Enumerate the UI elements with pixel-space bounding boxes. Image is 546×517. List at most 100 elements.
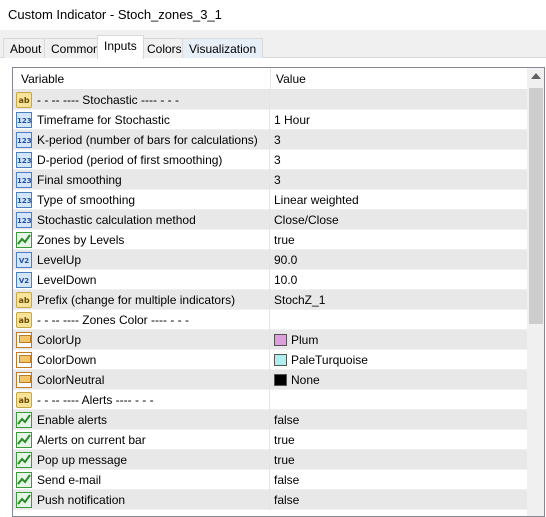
value-cell[interactable]: false [271, 490, 527, 510]
inputs-panel: Variable Value ab - - -- ---- Stochastic … [0, 58, 546, 517]
value-cell[interactable]: true [271, 450, 527, 470]
color-type-icon [16, 372, 32, 388]
title-bar: Custom Indicator - Stoch_zones_3_1 [0, 0, 546, 30]
variable-label: Send e-mail [37, 473, 102, 487]
grid-row[interactable]: V2 LevelDown 10.0 [13, 270, 527, 290]
value-text: PaleTurquoise [291, 353, 368, 367]
grid-row[interactable]: Pop up message true [13, 450, 527, 470]
value-text: 3 [274, 173, 281, 187]
grid-row[interactable]: 123 Timeframe for Stochastic 1 Hour [13, 110, 527, 130]
variable-cell: 123 D-period (period of first smoothing) [13, 150, 270, 170]
variable-cell: 123 Type of smoothing [13, 190, 270, 210]
boolean-type-icon [16, 232, 32, 248]
column-header-variable[interactable]: Variable [21, 72, 64, 86]
variable-cell: 123 Final smoothing [13, 170, 270, 190]
value-text: 90.0 [274, 253, 298, 267]
value-cell[interactable]: 90.0 [271, 250, 527, 270]
value-cell[interactable]: Linear weighted [271, 190, 527, 210]
variable-label: Zones by Levels [37, 233, 125, 247]
value-text: Plum [291, 333, 319, 347]
value-text: StochZ_1 [274, 293, 326, 307]
variable-label: ColorNeutral [37, 373, 105, 387]
grid-row[interactable]: 123 Final smoothing 3 [13, 170, 527, 190]
variable-label: Enable alerts [37, 413, 108, 427]
variable-label: D-period (period of first smoothing) [37, 153, 223, 167]
scrollbar-thumb[interactable] [529, 88, 543, 324]
color-swatch [274, 334, 287, 346]
color-swatch [274, 354, 287, 366]
column-separator[interactable] [270, 68, 271, 90]
boolean-type-icon [16, 472, 32, 488]
value-cell[interactable]: 3 [271, 130, 527, 150]
grid-row[interactable]: V2 LevelUp 90.0 [13, 250, 527, 270]
variable-label: Pop up message [37, 453, 128, 467]
grid-row[interactable]: 123 D-period (period of first smoothing) 3 [13, 150, 527, 170]
grid-rows: ab - - -- ---- Stochastic ---- - - - 123 Ti… [13, 90, 527, 510]
grid-row[interactable]: 123 Type of smoothing Linear weighted [13, 190, 527, 210]
value-text: 1 Hour [274, 113, 311, 127]
value-cell[interactable]: 3 [271, 170, 527, 190]
grid-row[interactable]: ColorNeutral None [13, 370, 527, 390]
value-cell[interactable] [271, 90, 527, 110]
value-text: 3 [274, 133, 281, 147]
value-text: Linear weighted [274, 193, 359, 207]
boolean-type-icon [16, 432, 32, 448]
boolean-type-icon [16, 492, 32, 508]
grid-row[interactable]: ColorUp Plum [13, 330, 527, 350]
double-type-icon: V2 [16, 252, 32, 268]
integer-type-icon: 123 [16, 112, 32, 128]
value-cell[interactable]: StochZ_1 [271, 290, 527, 310]
grid-row[interactable]: Alerts on current bar true [13, 430, 527, 450]
tab-visualization[interactable]: Visualization [182, 38, 264, 58]
value-cell[interactable]: PaleTurquoise [271, 350, 527, 370]
grid-row[interactable]: Send e-mail false [13, 470, 527, 490]
value-cell[interactable] [271, 390, 527, 410]
string-type-icon: ab [16, 92, 32, 108]
grid-row[interactable]: ab - - -- ---- Zones Color ---- - - - [13, 310, 527, 330]
tab-about[interactable]: About [3, 38, 49, 58]
scroll-up-arrow-icon[interactable] [531, 73, 541, 79]
tab-inputs[interactable]: Inputs [97, 35, 144, 59]
grid-row[interactable]: ColorDown PaleTurquoise [13, 350, 527, 370]
grid-row[interactable]: 123 Stochastic calculation method Close/Cl… [13, 210, 527, 230]
column-header-value[interactable]: Value [276, 72, 306, 86]
value-cell[interactable]: false [271, 470, 527, 490]
variable-cell: Push notification [13, 490, 270, 510]
value-text: true [274, 233, 295, 247]
variable-label: Stochastic calculation method [37, 213, 196, 227]
value-text: 3 [274, 153, 281, 167]
grid-row[interactable]: Push notification false [13, 490, 527, 510]
grid-row[interactable]: 123 K-period (number of bars for calculat… [13, 130, 527, 150]
grid-row[interactable]: Enable alerts false [13, 410, 527, 430]
value-text: Close/Close [274, 213, 339, 227]
inputs-grid: Variable Value ab - - -- ---- Stochastic … [12, 67, 545, 517]
variable-cell: ab - - -- ---- Zones Color ---- - - - [13, 310, 270, 330]
grid-row[interactable]: ab Prefix (change for multiple indicators… [13, 290, 527, 310]
variable-label: Final smoothing [37, 173, 122, 187]
value-cell[interactable]: 1 Hour [271, 110, 527, 130]
value-cell[interactable] [271, 310, 527, 330]
string-type-icon: ab [16, 292, 32, 308]
value-cell[interactable]: Close/Close [271, 210, 527, 230]
vertical-scrollbar[interactable] [527, 68, 544, 516]
value-cell[interactable]: Plum [271, 330, 527, 350]
value-cell[interactable]: 3 [271, 150, 527, 170]
value-cell[interactable]: true [271, 430, 527, 450]
value-cell[interactable]: true [271, 230, 527, 250]
variable-label: LevelDown [37, 273, 97, 287]
grid-row[interactable]: Zones by Levels true [13, 230, 527, 250]
integer-type-icon: 123 [16, 132, 32, 148]
variable-label: Timeframe for Stochastic [37, 113, 170, 127]
value-cell[interactable]: 10.0 [271, 270, 527, 290]
grid-row[interactable]: ab - - -- ---- Alerts ---- - - - [13, 390, 527, 410]
integer-type-icon: 123 [16, 152, 32, 168]
value-cell[interactable]: false [271, 410, 527, 430]
variable-label: K-period (number of bars for calculation… [37, 133, 258, 147]
variable-label: Push notification [37, 493, 126, 507]
variable-cell: Zones by Levels [13, 230, 270, 250]
grid-row[interactable]: ab - - -- ---- Stochastic ---- - - - [13, 90, 527, 110]
variable-label: LevelUp [37, 253, 82, 267]
variable-label: Type of smoothing [37, 193, 136, 207]
variable-cell: V2 LevelUp [13, 250, 270, 270]
value-cell[interactable]: None [271, 370, 527, 390]
